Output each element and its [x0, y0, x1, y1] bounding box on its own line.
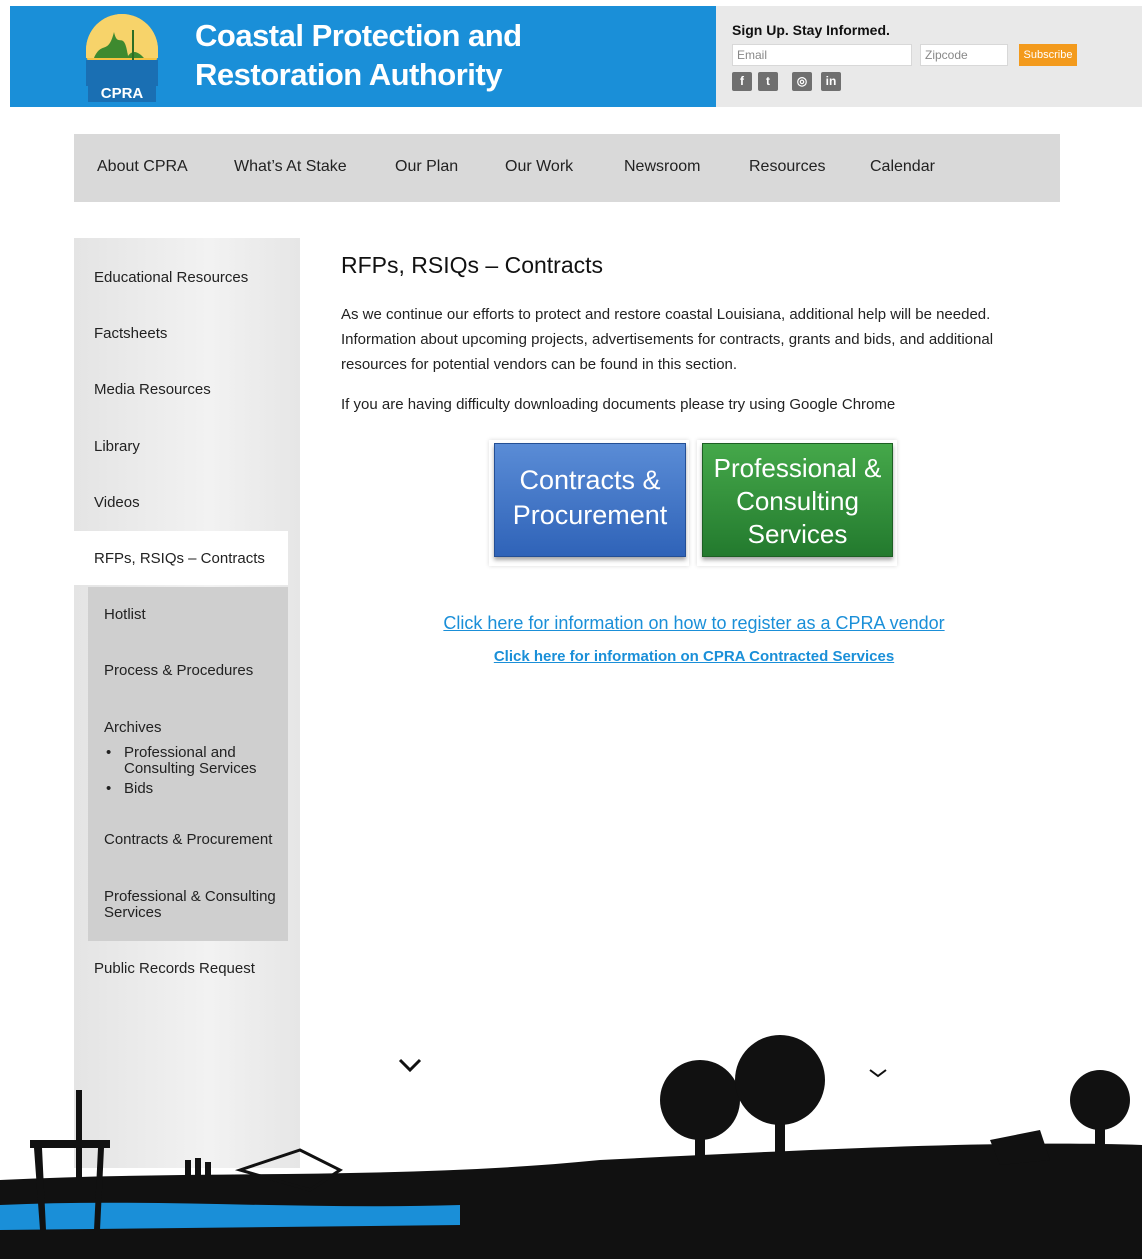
- linkedin-icon[interactable]: in: [821, 72, 841, 91]
- facebook-icon[interactable]: f: [732, 72, 752, 91]
- email-field[interactable]: Email: [732, 44, 912, 66]
- bullet-icon: •: [106, 744, 112, 761]
- nav-item-whats-at-stake[interactable]: What’s At Stake: [234, 158, 347, 176]
- sidebar-item-factsheets[interactable]: Factsheets: [94, 325, 167, 342]
- nav-item-newsroom[interactable]: Newsroom: [624, 158, 700, 176]
- nav-item-our-plan[interactable]: Our Plan: [395, 158, 458, 176]
- site-title[interactable]: Coastal Protection and Restoration Autho…: [195, 16, 522, 94]
- contracted-link-row: Click here for information on CPRA Contr…: [0, 648, 1142, 666]
- zipcode-field[interactable]: Zipcode: [920, 44, 1008, 66]
- contracts-procurement-button[interactable]: Contracts & Procurement: [494, 443, 686, 557]
- sidebar-item-rfps[interactable]: RFPs, RSIQs – Contracts: [94, 550, 265, 567]
- archive-link-professional[interactable]: Professional and Consulting Services: [124, 745, 274, 777]
- cpra-logo[interactable]: CPRA: [84, 10, 160, 104]
- sidebar-item-videos[interactable]: Videos: [94, 494, 140, 511]
- register-vendor-link[interactable]: Click here for information on how to reg…: [443, 613, 944, 633]
- nav-item-our-work[interactable]: Our Work: [505, 158, 573, 176]
- sidebar-item-educational-resources[interactable]: Educational Resources: [94, 269, 248, 286]
- browser-note: If you are having difficulty downloading…: [341, 396, 896, 413]
- subscribe-button[interactable]: Subscribe: [1019, 44, 1077, 66]
- signup-title: Sign Up. Stay Informed.: [732, 22, 890, 38]
- coastal-silhouette-illustration: [0, 1035, 1142, 1259]
- sidebar-subitem-archives[interactable]: Archives: [104, 720, 162, 736]
- instagram-icon[interactable]: ◎: [792, 72, 812, 91]
- sidebar-subitem-professional[interactable]: Professional & Consulting Services: [104, 889, 284, 921]
- nav-item-resources[interactable]: Resources: [749, 158, 825, 176]
- site-title-line2: Restoration Authority: [195, 57, 502, 92]
- twitter-icon[interactable]: t: [758, 72, 778, 91]
- sidebar-item-library[interactable]: Library: [94, 438, 140, 455]
- professional-consulting-button[interactable]: Professional & Consulting Services: [702, 443, 893, 557]
- bullet-icon: •: [106, 780, 112, 797]
- archive-link-bids[interactable]: Bids: [124, 781, 153, 797]
- sidebar-item-public-records[interactable]: Public Records Request: [94, 960, 255, 977]
- logo-text: CPRA: [101, 85, 144, 102]
- sidebar-subitem-contracts[interactable]: Contracts & Procurement: [104, 832, 272, 848]
- nav-item-about[interactable]: About CPRA: [97, 158, 188, 176]
- sidebar-item-media-resources[interactable]: Media Resources: [94, 381, 211, 398]
- site-title-line1: Coastal Protection and: [195, 18, 522, 53]
- contracted-services-link[interactable]: Click here for information on CPRA Contr…: [494, 648, 894, 665]
- intro-paragraph: As we continue our efforts to protect an…: [341, 306, 994, 373]
- page-title: RFPs, RSIQs – Contracts: [341, 252, 604, 278]
- register-link-row: Click here for information on how to reg…: [0, 613, 1142, 634]
- nav-item-calendar[interactable]: Calendar: [870, 158, 935, 176]
